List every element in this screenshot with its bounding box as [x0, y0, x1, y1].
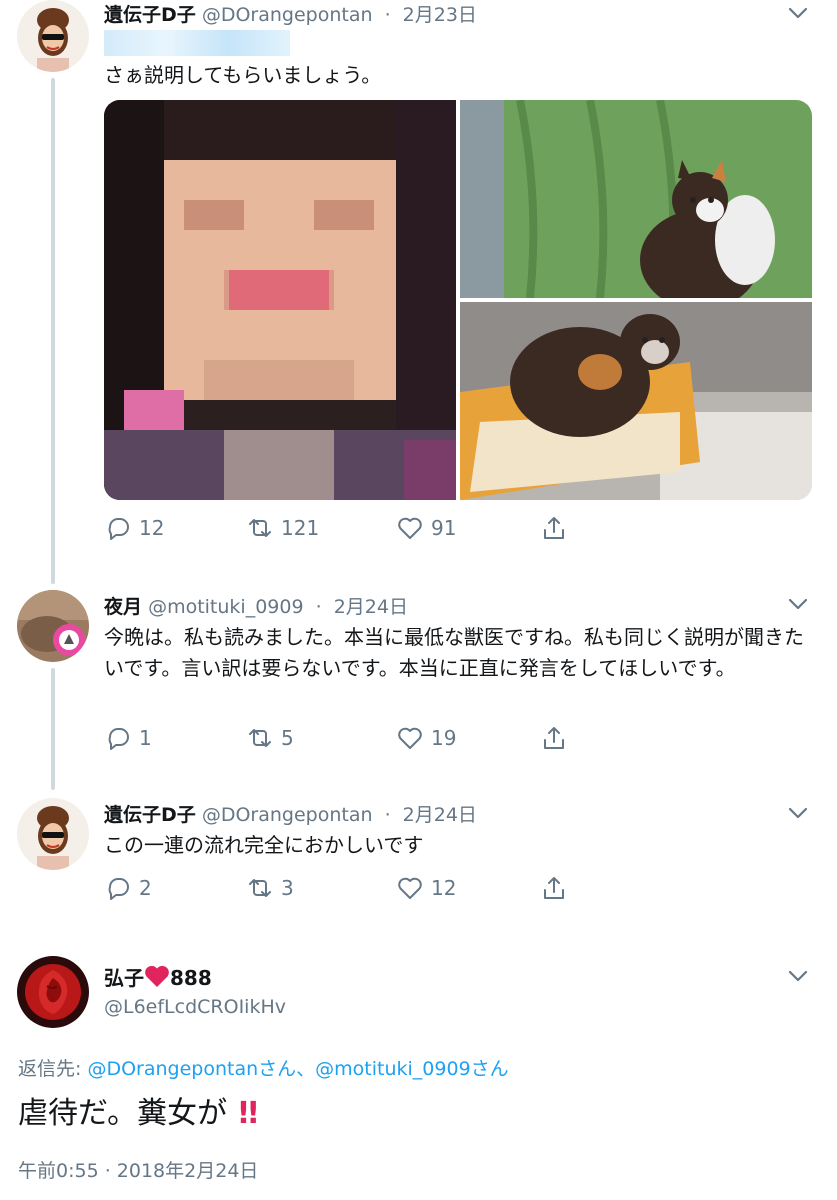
share-button[interactable] — [540, 514, 568, 542]
reply-mention[interactable]: @DOrangepontanさん — [87, 1058, 296, 1080]
like-button[interactable]: 19 — [396, 724, 456, 752]
tweet-date[interactable]: 2月24日 — [403, 804, 477, 826]
chevron-down-icon[interactable] — [787, 802, 809, 824]
user-handle[interactable]: @DOrangepontan — [202, 804, 373, 826]
avatar[interactable] — [17, 956, 89, 1028]
reply-icon — [108, 878, 129, 900]
avatar[interactable] — [17, 0, 89, 72]
chevron-down-icon[interactable] — [787, 965, 809, 987]
reply-count: 2 — [139, 876, 152, 900]
retweet-button[interactable]: 5 — [246, 724, 294, 752]
tweet-text: 今晩は。私も読みました。本当に最低な獣医ですね。私も同じく説明が聞きたいです。言… — [104, 625, 804, 680]
display-name[interactable]: 弘子 888 — [104, 962, 212, 991]
share-icon — [544, 517, 564, 539]
separator: · — [384, 804, 391, 826]
user-handle[interactable]: @L6efLcdCROIikHv — [104, 996, 286, 1018]
share-button[interactable] — [540, 724, 568, 752]
retweet-button[interactable]: 121 — [246, 514, 319, 542]
reply-mention[interactable]: @motituki_0909さん — [315, 1058, 509, 1080]
retweet-icon — [249, 729, 271, 747]
chevron-down-icon[interactable] — [787, 2, 809, 24]
double-exclamation-icon: !! — [236, 1096, 260, 1131]
reply-separator: 、 — [296, 1058, 316, 1080]
display-name-text: 弘子 — [104, 966, 144, 990]
tweet-header: 遺伝子D子 @DOrangepontan · 2月24日 — [104, 800, 477, 827]
tweet-date[interactable]: 2月23日 — [403, 4, 477, 26]
reply-count: 12 — [139, 516, 165, 540]
media-photo-cat[interactable] — [460, 100, 812, 298]
separator: · — [315, 596, 322, 618]
like-count: 12 — [431, 876, 457, 900]
reply-button[interactable]: 1 — [104, 724, 152, 752]
like-button[interactable]: 91 — [396, 514, 456, 542]
reply-icon — [108, 518, 129, 540]
reply-count: 1 — [139, 726, 152, 750]
share-icon — [544, 727, 564, 749]
retweet-count: 121 — [281, 516, 320, 540]
like-count: 91 — [431, 516, 457, 540]
retweet-button[interactable]: 3 — [246, 874, 294, 902]
media-photo-pixelated[interactable] — [104, 100, 456, 500]
tweet-actions: 1 5 19 — [104, 724, 574, 756]
share-icon — [544, 877, 564, 899]
tweet-timestamp: 午前0:55 · 2018年2月24日 — [18, 1160, 259, 1182]
tweet-media[interactable] — [104, 100, 812, 500]
tweet-header: 遺伝子D子 @DOrangepontan · 2月23日 — [104, 0, 477, 27]
retweet-icon — [249, 879, 271, 897]
redacted-text — [104, 30, 290, 56]
thread-line — [51, 78, 55, 584]
tweet-actions: 2 3 12 — [104, 874, 574, 906]
tweet-text: さぁ説明してもらいましょう。 — [104, 63, 382, 87]
retweet-count: 5 — [281, 726, 294, 750]
display-name-suffix: 888 — [170, 966, 212, 990]
display-name[interactable]: 遺伝子D子 — [104, 4, 196, 26]
user-handle[interactable]: @motituki_0909 — [148, 596, 304, 618]
avatar[interactable] — [17, 798, 89, 870]
reply-button[interactable]: 2 — [104, 874, 152, 902]
tweet-text-body: 虐待だ。糞女が — [18, 1096, 228, 1131]
avatar[interactable] — [17, 590, 89, 662]
display-name[interactable]: 遺伝子D子 — [104, 804, 196, 826]
like-icon — [398, 727, 422, 749]
tweet-header: 夜月 @motituki_0909 · 2月24日 — [104, 592, 408, 619]
tweet-text: この一連の流れ完全におかしいです — [104, 833, 424, 857]
heart-emoji-icon — [145, 965, 169, 987]
tweet-text: 虐待だ。糞女が !! — [18, 1088, 260, 1132]
retweet-count: 3 — [281, 876, 294, 900]
reply-to-line: 返信先: @DOrangepontanさん、@motituki_0909さん — [18, 1054, 509, 1081]
media-photo-cat-litter[interactable] — [460, 302, 812, 500]
retweet-icon — [249, 519, 271, 537]
reply-button[interactable]: 12 — [104, 514, 164, 542]
reply-to-label: 返信先: — [18, 1058, 82, 1080]
user-handle[interactable]: @DOrangepontan — [202, 4, 373, 26]
like-icon — [398, 877, 422, 899]
tweet-actions: 12 121 91 — [104, 514, 574, 546]
reply-icon — [108, 728, 129, 750]
share-button[interactable] — [540, 874, 568, 902]
separator: · — [384, 4, 391, 26]
chevron-down-icon[interactable] — [787, 593, 809, 615]
like-icon — [398, 517, 422, 539]
like-count: 19 — [431, 726, 457, 750]
thread-line — [51, 668, 55, 790]
tweet-date[interactable]: 2月24日 — [334, 596, 408, 618]
like-button[interactable]: 12 — [396, 874, 456, 902]
display-name[interactable]: 夜月 — [104, 596, 142, 618]
